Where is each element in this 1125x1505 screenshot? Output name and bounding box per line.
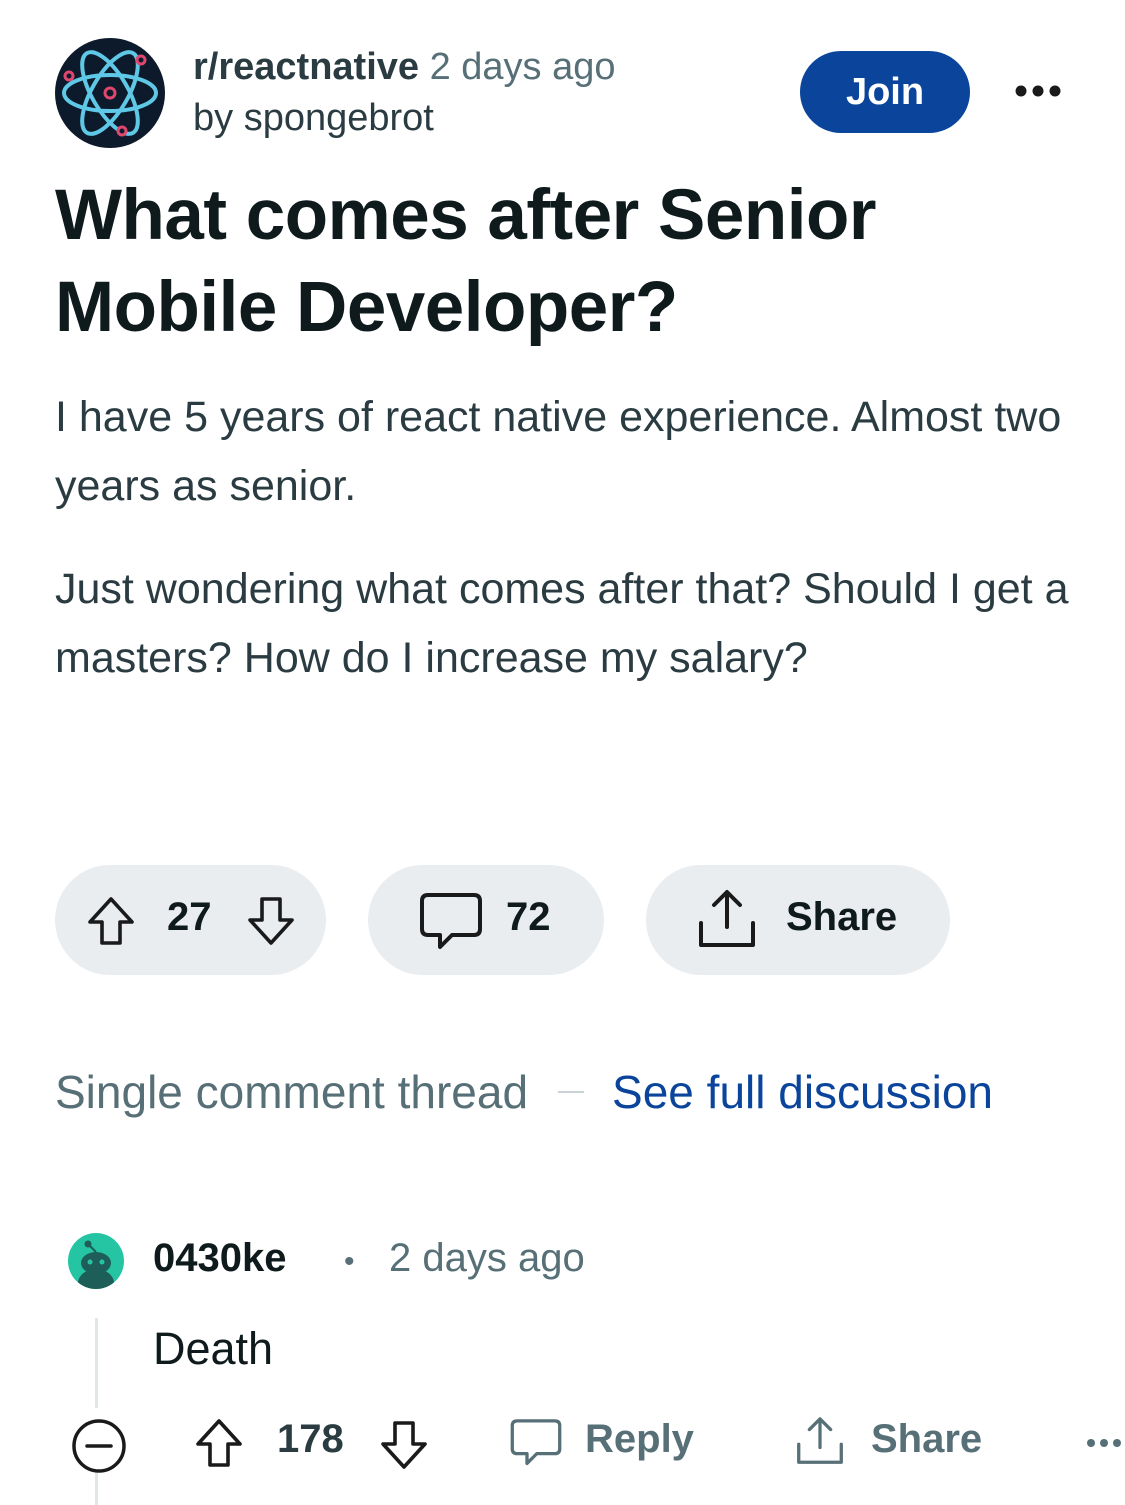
subreddit-avatar[interactable] — [55, 38, 165, 148]
post-time: 2 days ago — [429, 46, 616, 88]
comment-count: 72 — [506, 895, 551, 939]
comment-bubble-icon — [420, 893, 482, 949]
post-meta: r/reactnative 2 days ago by spongebrot — [193, 42, 616, 144]
vote-pill: 27 — [55, 865, 326, 975]
post-header: r/reactnative 2 days ago by spongebrot J… — [55, 38, 1070, 148]
snoo-avatar — [78, 1240, 114, 1289]
join-button[interactable]: Join — [800, 51, 970, 133]
comment-time: 2 days ago — [389, 1236, 585, 1280]
post-author[interactable]: by spongebrot — [193, 92, 616, 144]
reply-button[interactable]: Reply — [585, 1417, 694, 1462]
subreddit-name[interactable]: r/reactnative — [193, 46, 419, 88]
more-horizontal-icon — [1015, 85, 1061, 97]
post-body: I have 5 years of react native experienc… — [55, 383, 1095, 693]
post-title: What comes after Senior Mobile Developer… — [55, 176, 876, 347]
share-icon — [699, 890, 755, 947]
post-paragraph: I have 5 years of react native experienc… — [55, 393, 1062, 510]
see-full-discussion-link[interactable]: See full discussion — [612, 1065, 993, 1119]
downvote-arrow-icon[interactable] — [378, 1419, 430, 1471]
meta-separator: • — [344, 1245, 355, 1278]
single-thread-label: Single comment thread — [55, 1066, 529, 1118]
vote-count: 27 — [167, 895, 212, 939]
collapse-minus-icon[interactable] — [70, 1417, 128, 1475]
upvote-arrow-icon[interactable] — [193, 1417, 245, 1469]
post-paragraph: Just wondering what comes after that? Sh… — [55, 565, 1069, 682]
downvote-arrow-icon[interactable] — [245, 895, 297, 947]
share-icon[interactable] — [793, 1413, 847, 1469]
share-label: Share — [786, 895, 898, 939]
react-atom-logo — [62, 50, 158, 137]
comment-author[interactable]: 0430ke — [153, 1236, 286, 1281]
more-horizontal-icon[interactable] — [1085, 1435, 1123, 1451]
avatar[interactable] — [68, 1233, 124, 1289]
comment-vote-count: 178 — [277, 1417, 344, 1461]
upvote-arrow-icon[interactable] — [85, 895, 137, 947]
comment-actions: 178 Reply Share — [0, 1405, 1125, 1480]
comment-share-button[interactable]: Share — [871, 1417, 982, 1462]
comment-bubble-icon[interactable] — [509, 1417, 563, 1469]
thread-nav: Single comment thread See full discussio… — [55, 1062, 1085, 1122]
comment-body: Death — [153, 1323, 274, 1374]
comments-button[interactable]: 72 — [368, 865, 604, 975]
share-button[interactable]: Share — [646, 865, 950, 975]
divider — [558, 1091, 585, 1093]
thread-line[interactable] — [95, 1318, 98, 1408]
more-options-icon[interactable] — [1013, 80, 1063, 102]
